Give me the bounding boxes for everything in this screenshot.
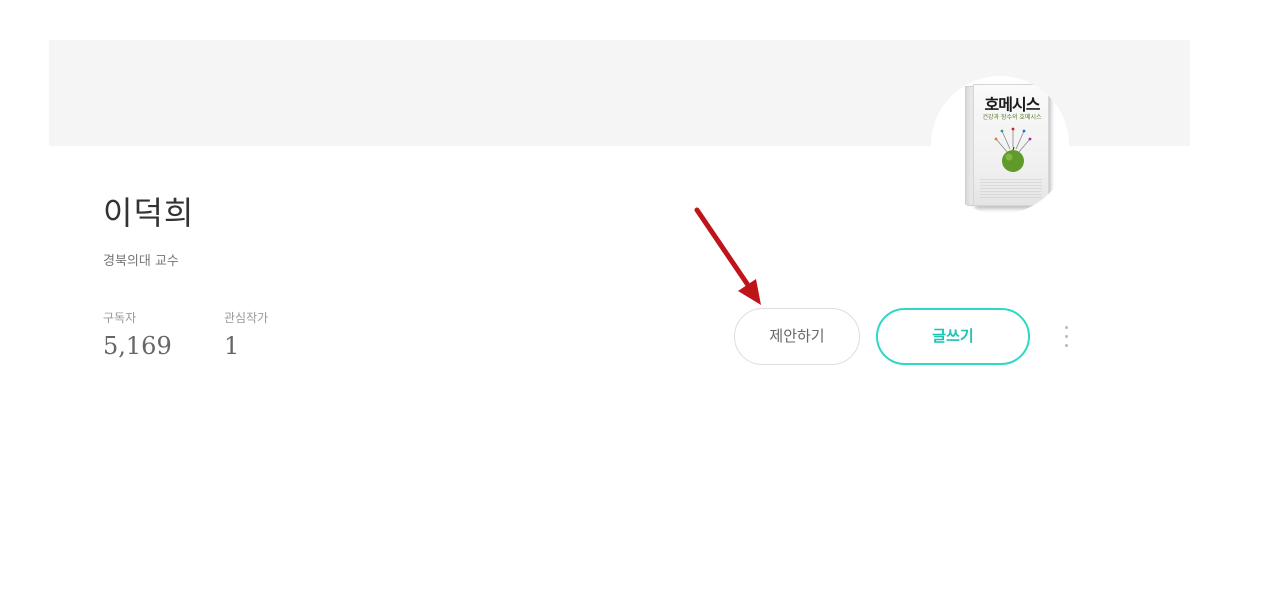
book-subtitle: 건강과 장수의 호메시스 [982, 114, 1042, 121]
subscribers-stat[interactable]: 구독자 5,169 [103, 308, 172, 362]
author-job: 경북의대 교수 [103, 254, 179, 269]
vertical-ellipsis-icon [1065, 344, 1068, 347]
book-cover-image: 호메시스 건강과 장수의 호메시스 [965, 84, 1049, 208]
vertical-ellipsis-icon [1065, 326, 1068, 329]
author-profile-page: 호메시스 건강과 장수의 호메시스 이덕희 경북의대 교수 구독자 5,169 … [0, 0, 1269, 603]
subscribers-label: 구독자 [103, 311, 137, 325]
book-front: 호메시스 건강과 장수의 호메시스 [973, 84, 1049, 206]
following-label: 관심작가 [224, 311, 269, 325]
write-button[interactable]: 글쓰기 [876, 308, 1030, 365]
subscribers-count: 5,169 [103, 332, 172, 360]
red-arrow-annotation [694, 207, 761, 305]
profile-photo[interactable]: 호메시스 건강과 장수의 호메시스 [931, 76, 1069, 214]
vertical-ellipsis-icon [1065, 335, 1068, 338]
following-count: 1 [224, 332, 240, 360]
suggest-button[interactable]: 제안하기 [734, 308, 860, 365]
following-stat[interactable]: 관심작가 1 [224, 308, 268, 362]
book-back-text [980, 179, 1042, 199]
author-name: 이덕희 [103, 194, 195, 232]
apple-illustration [994, 127, 1032, 172]
more-options-button[interactable] [1057, 322, 1075, 354]
